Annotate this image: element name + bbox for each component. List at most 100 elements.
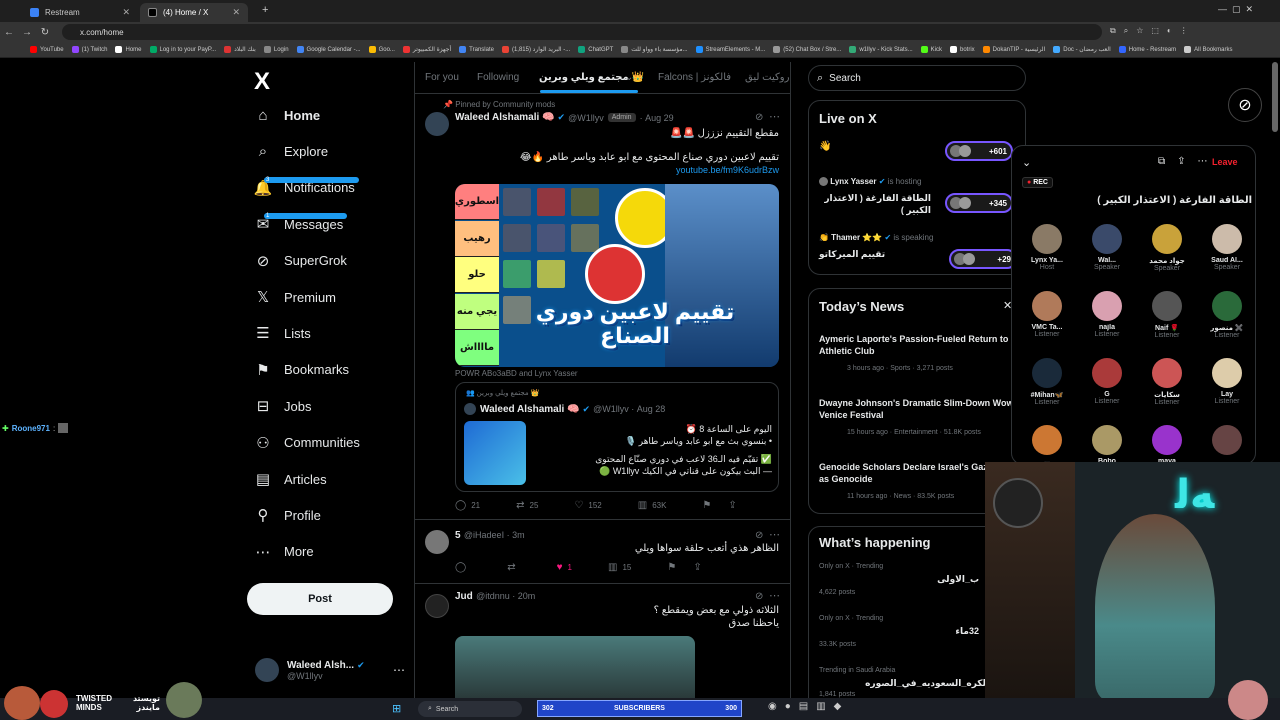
bookmark[interactable]: مؤسسة باء وواو للت... <box>621 46 688 53</box>
space-member[interactable]: Naif 🌹 Listener <box>1138 291 1196 339</box>
scrollbar[interactable] <box>1272 62 1278 132</box>
more-icon[interactable]: ⋯ <box>769 110 780 123</box>
live-listeners-pill[interactable]: +29 <box>949 249 1017 269</box>
close-icon[interactable]: ✕ <box>232 7 240 18</box>
bookmark[interactable]: (1) Twitch <box>71 46 107 53</box>
author-handle[interactable]: @itdnnu <box>476 591 510 605</box>
live-listeners-pill[interactable]: +345 <box>945 193 1013 213</box>
reply-button[interactable]: ◯ <box>455 562 471 573</box>
bookmark[interactable]: StreamElements - M... <box>695 46 765 53</box>
tab-x-home[interactable]: (4) Home / X ✕ <box>140 3 248 22</box>
space-member[interactable]: Bobo <box>1078 425 1136 465</box>
bookmark[interactable]: Kick <box>920 46 942 53</box>
x-logo[interactable]: X <box>254 68 270 96</box>
like-button[interactable]: ♡ 152 <box>574 500 601 511</box>
nav-item-lists[interactable]: ☰ Lists <box>254 324 310 342</box>
url-field[interactable]: x.com/home <box>62 24 1102 40</box>
nav-item-explore[interactable]: ⌕ Explore <box>254 142 328 160</box>
nav-item-jobs[interactable]: ⊟ Jobs <box>254 397 312 415</box>
live-listeners-pill[interactable]: +601 <box>945 141 1013 161</box>
taskbar-search[interactable]: ⌕ Search <box>418 701 522 717</box>
avatar[interactable] <box>425 594 449 618</box>
more-icon[interactable]: ⋯ <box>769 528 780 541</box>
search-input[interactable]: ⌕ Search <box>808 65 1026 91</box>
views-button[interactable]: ▥ 63K <box>638 500 667 511</box>
trend-item[interactable]: Only on X · Trending 32ماء 33.3K posts <box>819 615 979 648</box>
author-name[interactable]: Waleed Alshamali 🧠 <box>455 112 555 123</box>
space-member[interactable] <box>1198 425 1256 458</box>
forward-icon[interactable]: → <box>18 27 36 38</box>
nav-item-messages[interactable]: ✉ 1 Messages <box>254 213 348 233</box>
post-link[interactable]: youtube.be/fm9K6udrBzw <box>455 165 779 175</box>
views-button[interactable]: ▥ 15 <box>608 562 631 573</box>
reply-post[interactable]: Jud @itdnnu · 20m ⊘ ⋯ الثلاثه ذولي مع بع… <box>415 584 790 698</box>
space-toolbar-icons[interactable]: ⧉⇪⋯ <box>1158 156 1220 167</box>
live-title[interactable]: تقييم الميركاتو <box>819 249 885 260</box>
bookmark[interactable]: بنك البلاد <box>224 46 256 53</box>
tab-for-you[interactable]: For you <box>425 72 459 83</box>
news-item[interactable]: Aymeric Laporte's Passion-Fueled Return … <box>819 333 1019 372</box>
space-member[interactable]: منصور ✖️ Listener <box>1198 291 1256 339</box>
nav-item-articles[interactable]: ▤ Articles <box>254 470 327 488</box>
author-handle[interactable]: @iHadeeI <box>464 530 504 544</box>
bookmark[interactable]: Log in to your PayP... <box>149 46 216 53</box>
reply-post[interactable]: 5 @iHadeeI · 3m ⊘ ⋯ الظاهر هذي أتعب حلقة… <box>415 520 790 584</box>
live-title[interactable]: الطاقة الفارغة ( الاعتذار الكبير ) <box>819 192 931 216</box>
post-button[interactable]: Post <box>247 583 393 615</box>
nav-item-premium[interactable]: 𝕏 Premium <box>254 288 336 306</box>
space-member[interactable]: سكايات Listener <box>1138 358 1196 406</box>
bookmark-button[interactable]: ⚑ <box>667 562 681 573</box>
space-member[interactable]: VMC Ta... Listener <box>1018 291 1076 338</box>
post-image-tier-list[interactable]: اسطوري رهيب حلو يجي منه مااااش تقييم لاعبين … <box>455 184 779 367</box>
avatar[interactable] <box>425 530 449 554</box>
more-icon[interactable]: ⋯ <box>393 663 405 677</box>
repost-button[interactable]: ⇄ <box>507 562 520 573</box>
space-member[interactable]: maya <box>1138 425 1196 465</box>
tagged-users[interactable]: POWR ABo3aBD and Lynx Yasser <box>455 369 578 378</box>
tab-falcons[interactable]: Falcons | فالكونز <box>658 72 731 83</box>
space-member[interactable]: Lay Listener <box>1198 358 1256 405</box>
space-member[interactable]: Lynx Ya... Host <box>1018 224 1076 271</box>
tab-restream[interactable]: Restream ✕ <box>22 3 138 22</box>
grok-icon[interactable]: ⊘ <box>755 112 763 123</box>
close-icon[interactable]: ✕ <box>122 7 130 18</box>
trend-item[interactable]: Only on X · Trending ب_الاولى 4,622 post… <box>819 563 979 596</box>
bookmark[interactable]: ChatGPT <box>578 46 613 53</box>
space-member[interactable]: #Mihan🦋 Listener <box>1018 358 1076 406</box>
nav-item-communities[interactable]: ⚇ Communities <box>254 434 360 452</box>
space-member[interactable]: جواد محمد Speaker <box>1138 224 1196 272</box>
nav-item-notifications[interactable]: 🔔 3 Notifications <box>254 176 359 197</box>
bookmark[interactable]: Doc - العب رمضان <box>1053 46 1111 53</box>
space-member[interactable]: najla Listener <box>1078 291 1136 338</box>
reload-icon[interactable]: ↻ <box>36 27 54 38</box>
bookmark[interactable]: Home - Restream <box>1118 46 1176 53</box>
space-member[interactable]: G Listener <box>1078 358 1136 405</box>
post-date[interactable]: 20m <box>518 591 536 605</box>
grok-icon[interactable]: ⊘ <box>1228 88 1262 122</box>
author-name[interactable]: Jud <box>455 591 473 605</box>
space-member[interactable]: Wal... Speaker <box>1078 224 1136 271</box>
bookmark[interactable]: Login <box>263 46 289 53</box>
grok-icon[interactable]: ⊘ <box>755 591 763 602</box>
quoted-post[interactable]: 👥 مجتمع ويلي وبرين 👑 Waleed Alshamali 🧠 … <box>455 382 779 492</box>
trend-item[interactable]: Trending in Saudi Arabia الكره_السعوديه_… <box>819 667 989 698</box>
nav-item-bookmarks[interactable]: ⚑ Bookmarks <box>254 361 349 379</box>
bookmark[interactable]: أجهزة الكمبيوتر <box>402 46 451 53</box>
account-switcher[interactable]: Waleed Alsh... ✔ @W1llyv ⋯ <box>255 653 405 687</box>
nav-item-supergrok[interactable]: ⊘ SuperGrok <box>254 252 347 270</box>
grok-icon[interactable]: ⊘ <box>755 530 763 541</box>
chevron-down-icon[interactable]: ⌄ <box>625 72 633 83</box>
browser-toolbar-icons[interactable]: ⧉⌕☆⬚◐⋮ <box>1110 26 1196 36</box>
repost-button[interactable]: ⇄ 25 <box>516 500 538 511</box>
bookmark[interactable]: Translate <box>459 46 494 53</box>
news-item[interactable]: Dwayne Johnson's Dramatic Slim-Down Wows… <box>819 397 1019 436</box>
more-icon[interactable]: ⋯ <box>769 589 780 602</box>
like-button[interactable]: ♥ 1 <box>557 562 572 573</box>
bookmark[interactable]: Home <box>115 46 142 53</box>
bookmark[interactable]: YouTube <box>30 46 64 53</box>
bookmark[interactable]: All Bookmarks <box>1184 46 1232 53</box>
bookmark[interactable]: Goo... <box>368 46 395 53</box>
space-member[interactable]: Saud Al... Speaker <box>1198 224 1256 271</box>
bookmark[interactable]: botrix <box>950 46 975 53</box>
window-controls[interactable]: — ▢ ✕ <box>1218 4 1253 15</box>
